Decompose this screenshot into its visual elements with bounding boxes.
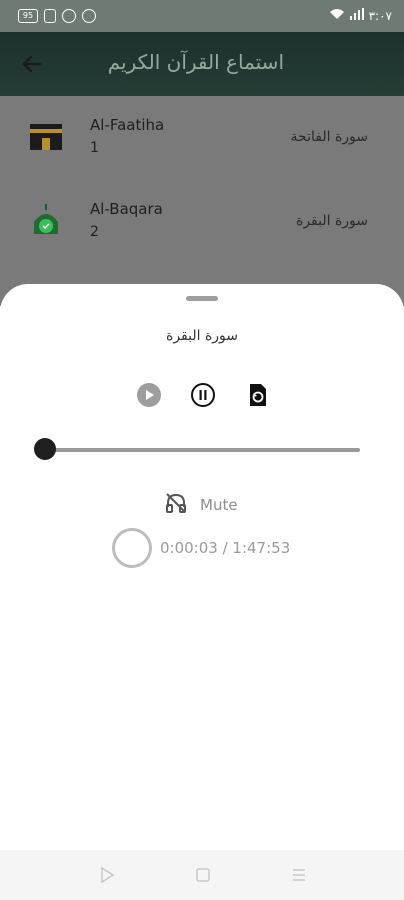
- seek-bar-thumb[interactable]: [34, 438, 56, 460]
- surah-english-name: Al-Faatiha: [90, 116, 165, 134]
- sheet-drag-handle[interactable]: [186, 296, 218, 301]
- player-title: سورة البقرة: [165, 328, 239, 344]
- signal-icon: [349, 8, 364, 23]
- progress-ring: [112, 528, 152, 568]
- back-arrow-icon[interactable]: [20, 52, 44, 76]
- list-item[interactable]: Al-Faatiha 1 سورة الفاتحة: [0, 96, 404, 180]
- recents-nav-icon[interactable]: [290, 866, 308, 884]
- player-bottom-sheet: سورة البقرة Mute 0:00:03 / 1:47:53: [0, 284, 404, 850]
- kaaba-icon: [26, 116, 66, 156]
- mosque-icon: [26, 200, 66, 240]
- surah-arabic-name: سورة الفاتحة: [290, 129, 368, 145]
- surah-number: 1: [90, 140, 99, 156]
- back-nav-icon[interactable]: [98, 866, 116, 884]
- surah-arabic-name: سورة البقرة: [295, 213, 368, 229]
- pause-button[interactable]: [190, 382, 216, 408]
- home-nav-icon[interactable]: [194, 866, 212, 884]
- surah-number: 2: [90, 224, 99, 240]
- sim-icon: 95: [18, 9, 38, 23]
- replay-button[interactable]: [245, 382, 271, 408]
- app-bar: استماع القرآن الكريم: [0, 32, 404, 96]
- system-navigation-bar: [0, 850, 404, 900]
- wifi-icon: [329, 8, 345, 23]
- status-time: ٣:٠٧: [368, 8, 392, 23]
- mute-toggle[interactable]: Mute: [164, 491, 238, 519]
- status-bar: 95 ٣:٠٧: [0, 0, 404, 32]
- surah-list: Al-Faatiha 1 سورة الفاتحة Al-Baqara 2 سو…: [0, 96, 404, 306]
- sync-icon: [82, 9, 96, 23]
- data-saver-icon: [62, 9, 76, 23]
- play-button[interactable]: [136, 382, 162, 408]
- playback-progress: 0:00:03 / 1:47:53: [112, 528, 290, 568]
- vibrate-icon: [44, 9, 56, 23]
- headphones-off-icon: [164, 491, 188, 519]
- mute-label: Mute: [200, 496, 238, 514]
- time-display: 0:00:03 / 1:47:53: [160, 539, 291, 557]
- page-title: استماع القرآن الكريم: [107, 50, 284, 74]
- list-item[interactable]: Al-Baqara 2 سورة البقرة: [0, 180, 404, 264]
- seek-bar-track[interactable]: [44, 448, 360, 452]
- surah-english-name: Al-Baqara: [90, 200, 163, 218]
